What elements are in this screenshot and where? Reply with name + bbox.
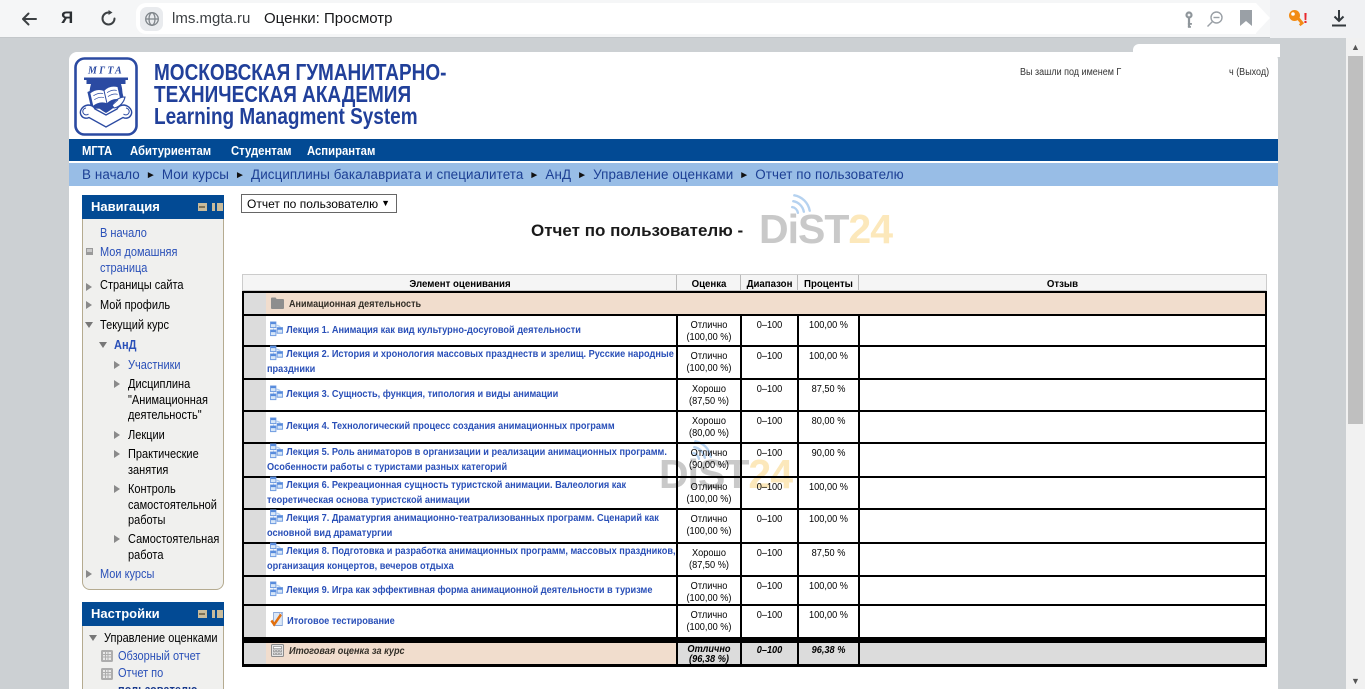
- svg-text:!: !: [1303, 10, 1308, 27]
- svg-text:МГТА: МГТА: [87, 66, 124, 77]
